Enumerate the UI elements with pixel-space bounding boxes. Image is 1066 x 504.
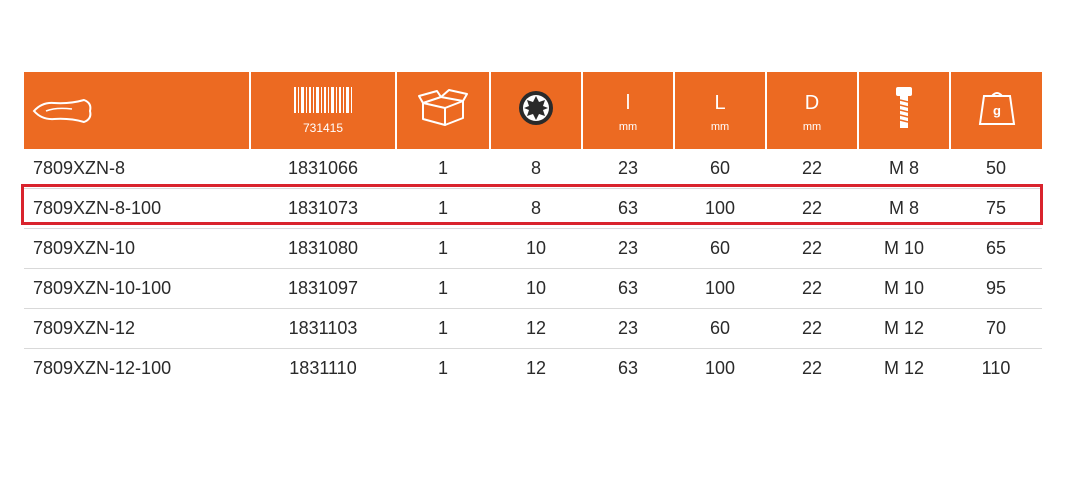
- cell-thread: M 10: [858, 268, 950, 309]
- product-column-header: [24, 72, 251, 149]
- diameter-column-header: D mm: [766, 72, 859, 149]
- cell-L: 100: [674, 268, 766, 309]
- cell-code: 7809XZN-10-100: [24, 268, 250, 309]
- cell-qty: 1: [396, 308, 490, 349]
- cell-code: 7809XZN-12: [24, 308, 250, 349]
- cell-ean: 1831110: [289, 358, 357, 378]
- socket-size-column-header: [490, 72, 583, 149]
- cell-qty: 1: [396, 149, 490, 189]
- cell-size: 10: [490, 228, 582, 269]
- cell-l: 63: [582, 268, 674, 309]
- screw-icon: [896, 87, 912, 128]
- table-row: 7809XZN-10-100 1831097 1 10 63 100 22 M 10 95: [24, 268, 1042, 309]
- cell-weight: 110: [981, 358, 1011, 378]
- cell-L: 60: [674, 308, 766, 349]
- cell-qty: 1: [396, 228, 490, 269]
- cell-qty: 1: [437, 358, 448, 378]
- cell-L: 60: [674, 149, 766, 189]
- D-unit: mm: [802, 120, 822, 133]
- cell-size: 10: [490, 268, 582, 309]
- cell-D: 22: [766, 228, 858, 269]
- thread-column-header: [858, 72, 951, 149]
- socket-icon: [519, 91, 553, 125]
- barcode-number: 731415: [302, 120, 344, 135]
- table-row: 7809XZN-8 1831066 1 8 23 60 22 M 8 50: [24, 149, 1042, 189]
- cell-thread: M 12: [858, 308, 950, 349]
- cell-ean: 1831103: [250, 308, 396, 349]
- weight-column-header: g: [950, 72, 1042, 149]
- cell-l: 23: [582, 149, 674, 189]
- cell-size: 12: [490, 308, 582, 349]
- cell-weight: 65: [950, 228, 1042, 269]
- package-column-header: [396, 72, 491, 149]
- cell-weight: 70: [950, 308, 1042, 349]
- cell-l: 63: [617, 358, 639, 378]
- length-l-icon: l: [625, 91, 631, 114]
- weight-icon: g: [978, 92, 1015, 125]
- weight-label: g: [993, 103, 1001, 118]
- cell-ean: 1831080: [250, 228, 396, 269]
- cell-weight: 50: [950, 149, 1042, 189]
- header-row: 731415 l mm L mm D mm g: [24, 72, 1042, 149]
- table-row: 7809XZN-12 1831103 1 12 23 60 22 M 12 70: [24, 308, 1042, 349]
- l-length-column-header: l mm: [582, 72, 675, 149]
- row-highlight-box: [21, 184, 1043, 225]
- cell-L: 60: [674, 228, 766, 269]
- cell-qty: 1: [396, 268, 490, 309]
- cell-ean: 1831066: [250, 149, 396, 189]
- cell-thread: M 8: [858, 149, 950, 189]
- diameter-icon: D: [804, 91, 820, 114]
- table-row: 7809XZN-12-100 1831110 1 12 63 100 22 M 12 110: [24, 349, 1042, 389]
- cell-thread: M 12: [883, 358, 925, 378]
- cell-D: 22: [766, 268, 858, 309]
- cell-D: 22: [766, 308, 858, 349]
- cell-size: 8: [490, 149, 582, 189]
- barcode-icon: [294, 86, 352, 113]
- barcode-column-header: 731415: [250, 72, 397, 149]
- cell-D: 22: [766, 149, 858, 189]
- cell-D: 22: [801, 358, 823, 378]
- product-spec-table: 731415 l mm L mm D mm g 7809XZN-8 183106…: [24, 72, 1042, 388]
- cell-weight: 95: [950, 268, 1042, 309]
- l-unit: mm: [618, 120, 638, 133]
- length-L-icon: L: [714, 91, 726, 114]
- cell-L: 100: [704, 358, 736, 378]
- cell-l: 23: [582, 308, 674, 349]
- L-length-column-header: L mm: [674, 72, 767, 149]
- package-icon: [418, 89, 468, 126]
- cell-code: 7809XZN-8: [24, 149, 250, 189]
- cell-code: 7809XZN-10: [24, 228, 250, 269]
- cell-thread: M 10: [858, 228, 950, 269]
- product-icon: [32, 98, 92, 123]
- cell-code: 7809XZN-12-100: [33, 358, 172, 378]
- table-row: 7809XZN-10 1831080 1 10 23 60 22 M 10 65: [24, 228, 1042, 269]
- cell-size: 12: [525, 358, 547, 378]
- cell-ean: 1831097: [250, 268, 396, 309]
- L-unit: mm: [710, 120, 730, 133]
- cell-l: 23: [582, 228, 674, 269]
